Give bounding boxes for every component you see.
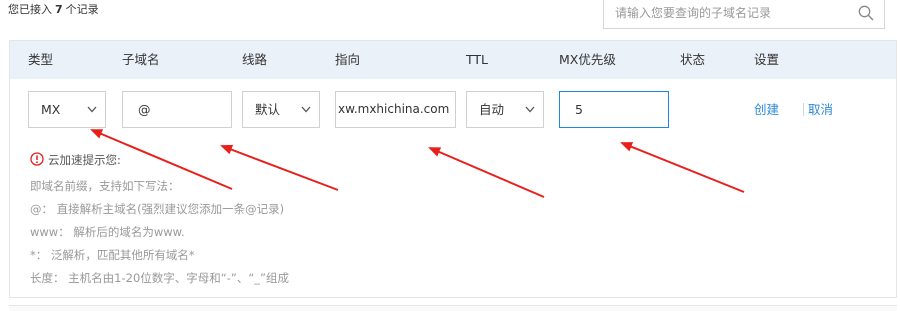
header-ttl: TTL — [466, 52, 489, 67]
header-status: 状态 — [680, 52, 706, 67]
header-target: 指向 — [335, 52, 361, 67]
tips-title: 云加速提示您: — [30, 151, 121, 169]
search-box[interactable] — [603, 0, 885, 29]
type-select-value: MX — [41, 102, 61, 117]
table-header: 类型 子域名 线路 指向 TTL MX优先级 状态 设置 — [10, 41, 896, 79]
tip-line: 即域名前缀，支持如下写法： — [30, 179, 180, 193]
chevron-down-icon — [301, 106, 311, 113]
ttl-select-value: 自动 — [479, 102, 505, 117]
mx-priority-input-value: 5 — [575, 102, 583, 117]
next-row-edge — [9, 305, 897, 311]
header-line: 线路 — [242, 52, 268, 67]
record-count-prefix: 您已接入 — [8, 3, 52, 16]
header-type: 类型 — [28, 52, 54, 67]
tip-line: 长度： 主机名由1-20位数字、字母和“-”、“_”组成 — [30, 271, 289, 285]
chevron-down-icon — [525, 106, 535, 113]
header-subdomain: 子域名 — [122, 52, 160, 67]
tip-line: www： 解析后的域名为www. — [30, 225, 185, 239]
warning-icon — [30, 152, 44, 166]
action-separator — [803, 103, 804, 116]
search-input[interactable] — [615, 0, 855, 27]
record-panel: 类型 子域名 线路 指向 TTL MX优先级 状态 设置 MX @ 默认 xw.… — [9, 40, 897, 298]
target-input[interactable]: xw.mxhichina.com — [335, 91, 456, 128]
target-input-value: xw.mxhichina.com — [338, 102, 450, 116]
header-settings: 设置 — [754, 52, 780, 67]
record-count-value: 7 — [55, 3, 63, 16]
search-icon[interactable] — [858, 5, 874, 21]
line-select[interactable]: 默认 — [242, 91, 320, 128]
tip-line: @： 直接解析主域名(强烈建议您添加一条@记录) — [30, 202, 285, 216]
ttl-select[interactable]: 自动 — [466, 91, 544, 128]
tips-title-text: 云加速提示您: — [48, 153, 121, 167]
mx-priority-input[interactable]: 5 — [559, 91, 669, 128]
record-count-suffix: 个记录 — [65, 3, 99, 16]
create-button[interactable]: 创建 — [754, 91, 779, 128]
top-bar: 您已接入 7 个记录 — [0, 0, 900, 40]
tip-line: *： 泛解析，匹配其他所有域名* — [30, 248, 195, 262]
record-count: 您已接入 7 个记录 — [8, 2, 99, 18]
subdomain-input[interactable]: @ — [122, 91, 232, 128]
cancel-button[interactable]: 取消 — [808, 91, 833, 128]
subdomain-input-value: @ — [138, 102, 151, 117]
line-select-value: 默认 — [255, 102, 281, 117]
header-mx-priority: MX优先级 — [559, 52, 616, 67]
chevron-down-icon — [87, 106, 97, 113]
type-select[interactable]: MX — [28, 91, 106, 128]
